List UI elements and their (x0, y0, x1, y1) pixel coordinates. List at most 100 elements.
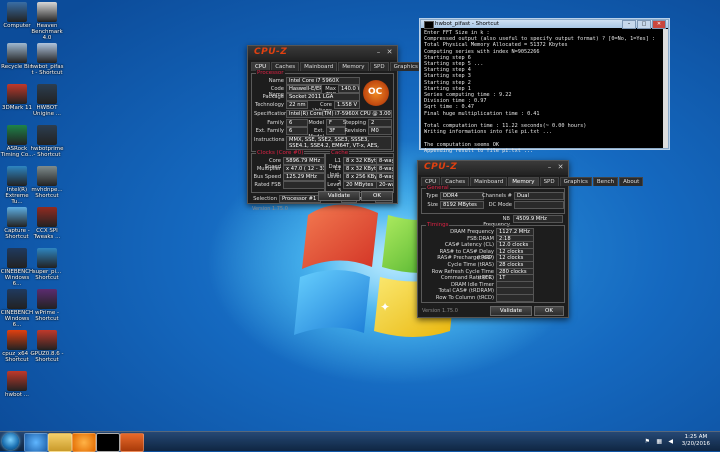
model-label: Model (308, 120, 324, 126)
multiplier-label: Multiplier (256, 166, 281, 172)
console-scrollbar[interactable] (663, 29, 668, 148)
app-icon (37, 330, 57, 350)
ext-family-label: Ext. Family (255, 128, 284, 134)
desktop-icon-label: super_pi... Shortcut (32, 269, 62, 281)
desktop-icon[interactable]: super_pi... Shortcut (30, 248, 64, 281)
version-label: Version 1.75.0 (252, 206, 288, 212)
desktop-icon[interactable]: mvhdnpe... Shortcut (30, 166, 64, 199)
desktop-icon[interactable]: Intel(R) Extreme Tu... (0, 166, 34, 205)
app-icon (37, 207, 57, 227)
desktop-icon[interactable]: Heaven Benchmark 4.0 (30, 2, 64, 41)
core-voltage-value: 1.558 V (334, 101, 360, 109)
specification-value: Intel(R) Core(TM) i7-5960X CPU @ 3.00GHz (286, 110, 392, 118)
timing-label: Cycle Time (tRAS) (447, 262, 495, 268)
stepping-label: Stepping (342, 120, 366, 126)
clock-date: 3/20/2016 (681, 441, 710, 447)
taskbar-cpuz-icon[interactable] (120, 433, 144, 452)
processor-panel: Processor OC Name Intel Core i7 5960X Co… (251, 70, 394, 152)
stepping-value: 2 (368, 119, 392, 127)
app-icon (7, 166, 27, 186)
desktop-icon[interactable]: cpuz_x64 - Shortcut (0, 330, 34, 363)
tab-graphics[interactable]: Graphics (559, 177, 592, 186)
package-value: Socket 2011 LGA (286, 93, 360, 101)
close-icon[interactable]: ✕ (384, 48, 395, 57)
name-label: Name (268, 78, 284, 84)
console-title-bar[interactable]: hwbot_pifast - Shortcut – □ ✕ (421, 20, 668, 29)
app-icon (7, 2, 27, 22)
technology-label: Technology (254, 102, 284, 108)
instructions-value: MMX, SSE, SSE2, SSE3, SSSE3, SSE4.1, SSE… (286, 136, 392, 150)
desktop-icon[interactable]: CINEBENCH Windows 6... (0, 248, 34, 287)
clock-time: 1:25 AM (684, 434, 708, 440)
desktop-icon[interactable]: hwbot_pifast - Shortcut (30, 43, 64, 76)
minimize-icon[interactable]: – (622, 20, 636, 29)
minimize-icon[interactable]: – (544, 163, 555, 172)
l1-inst-ways: 8-way (376, 165, 394, 173)
taskbar-media-icon[interactable] (72, 433, 96, 452)
desktop-icon[interactable]: CINEBENCH Windows 6... (0, 289, 34, 328)
tab-bench[interactable]: Bench (592, 177, 619, 186)
maximize-icon[interactable]: □ (637, 20, 651, 29)
desktop-icon-label: cpuz_x64 - Shortcut (2, 351, 32, 363)
intel-logo-icon: OC (363, 80, 389, 106)
validate-button[interactable]: Validate (490, 306, 532, 316)
tab-memory[interactable]: Memory (338, 62, 369, 71)
cache-label: Cache (330, 150, 350, 156)
tab-graphics[interactable]: Graphics (389, 62, 422, 71)
close-icon[interactable]: ✕ (555, 163, 566, 172)
max-tdp-value: 140.0 W (338, 85, 360, 93)
desktop-icon-label: hwbot_pifast - Shortcut (30, 64, 64, 76)
package-label: Package (262, 94, 284, 100)
cpuz-cpu-window: CPU-Z – ✕ CPU Caches Mainboard Memory SPD Gra… (247, 45, 474, 212)
timings-panel: Timings DRAM Frequency 1127.2 MHz FSB:DRAM… (421, 222, 565, 303)
start-button[interactable] (2, 433, 19, 450)
cpuz-title-bar[interactable]: CPU-Z – ✕ (418, 161, 568, 175)
ok-button[interactable]: OK (361, 191, 393, 201)
network-icon[interactable]: ▦ (656, 438, 662, 445)
instructions-label: Instructions (254, 137, 285, 143)
tab-mainboard[interactable]: Mainboard (470, 177, 508, 186)
desktop-icon[interactable]: wPrime - Shortcut (30, 289, 64, 322)
tab-about[interactable]: About (619, 177, 644, 186)
ok-button[interactable]: OK (534, 306, 564, 316)
desktop-icon[interactable]: ASRock Timing Co... (0, 125, 34, 158)
desktop-icon-label: Intel(R) Extreme Tu... (5, 187, 29, 205)
family-label: Family (267, 120, 284, 126)
minimize-icon[interactable]: – (373, 48, 384, 57)
selection-dropdown[interactable]: Processor #1 (279, 195, 321, 203)
desktop-icon[interactable]: Recycle Bin (0, 43, 34, 70)
tab-memory[interactable]: Memory (508, 177, 539, 186)
l1-data-ways: 8-way (376, 157, 394, 165)
tab-spd[interactable]: SPD (539, 177, 559, 186)
size-label: Size (427, 202, 438, 208)
desktop-icon[interactable]: hwbot ... (0, 371, 34, 398)
taskbar-explorer-icon[interactable] (48, 433, 72, 452)
clock[interactable]: 1:25 AM 3/20/2016 (682, 434, 710, 448)
desktop-icon[interactable]: CCX SPI Tweaks ... (30, 207, 64, 240)
app-icon (7, 371, 27, 391)
validate-button[interactable]: Validate (318, 191, 360, 201)
desktop-icon-label: GPUZ0.8.6 - Shortcut (30, 351, 64, 363)
close-icon[interactable]: ✕ (652, 20, 666, 29)
volume-icon[interactable]: ◀ (668, 438, 673, 445)
desktop-icon-label: HWBOT Unigine ... (33, 105, 61, 117)
desktop-icon[interactable]: GPUZ0.8.6 - Shortcut (30, 330, 64, 363)
desktop-icon-label: CCX SPI Tweaks ... (33, 228, 61, 240)
desktop-icon[interactable]: 3DMark 11 (0, 84, 34, 111)
desktop-icon[interactable]: Capture - Shortcut (0, 207, 34, 240)
tab-spd[interactable]: SPD (369, 62, 389, 71)
flag-icon[interactable]: ⚑ (645, 438, 650, 445)
app-icon (37, 125, 57, 145)
app-icon (37, 2, 57, 22)
taskbar-console-icon[interactable] (96, 433, 120, 452)
tab-mainboard[interactable]: Mainboard (300, 62, 338, 71)
desktop-icon[interactable]: Computer (0, 2, 34, 29)
app-icon (37, 43, 57, 63)
cpuz-title-bar[interactable]: CPU-Z – ✕ (248, 46, 397, 60)
processor-label: Processor (256, 70, 285, 76)
desktop-icon-label: 3DMark 11 (1, 105, 33, 111)
taskbar-ie-icon[interactable] (24, 433, 48, 452)
version-label: Version 1.75.0 (422, 308, 458, 314)
desktop-icon[interactable]: hwbotprime - Shortcut (30, 125, 64, 158)
desktop-icon[interactable]: HWBOT Unigine ... (30, 84, 64, 117)
